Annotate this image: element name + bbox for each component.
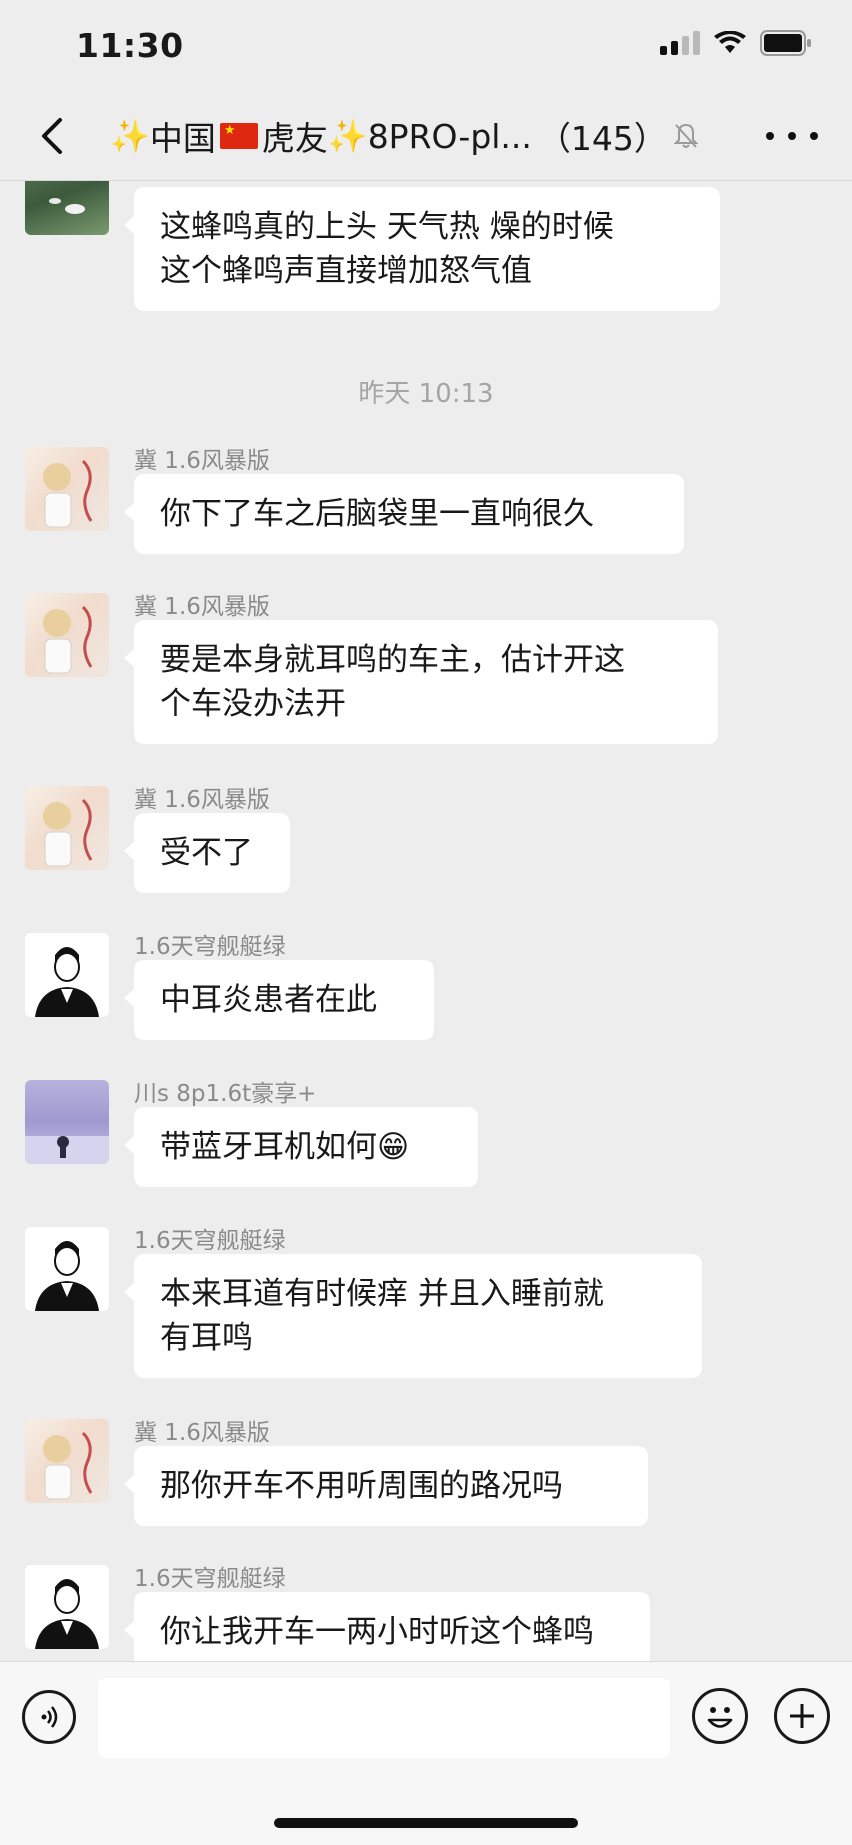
avatar-image <box>49 198 85 214</box>
timestamp: 昨天 10:13 <box>358 379 494 409</box>
status-time: 11:30 <box>76 26 184 65</box>
message-input[interactable] <box>98 1678 670 1758</box>
emoji-icon <box>707 1707 733 1728</box>
message-bubble[interactable]: 中耳炎患者在此 <box>124 960 434 1040</box>
avatar-image <box>35 1579 99 1649</box>
avatar[interactable] <box>25 447 109 531</box>
voice-icon <box>41 1706 58 1728</box>
message-list[interactable]: 这蜂鸣真的上头 天气热 燥的时候 这个蜂鸣声直接增加怒气值 昨天 10:13 冀… <box>0 181 852 1661</box>
more-button[interactable] <box>766 120 818 152</box>
avatar-image <box>43 798 93 867</box>
avatar[interactable] <box>25 786 109 870</box>
message-bubble[interactable]: 你让我开车一两小时听这个蜂鸣 <box>124 1592 650 1661</box>
wifi-icon <box>714 31 746 53</box>
message-text: 本来耳道有时候痒 并且入睡前就 有耳鸣 <box>160 1276 604 1356</box>
avatar[interactable] <box>25 1080 109 1164</box>
avatar[interactable] <box>25 1565 109 1649</box>
more-dot <box>810 132 818 140</box>
message-bubble[interactable]: 受不了 <box>124 813 290 893</box>
message-text: 那你开车不用听周围的路况吗 <box>160 1468 563 1504</box>
avatar[interactable] <box>25 593 109 677</box>
message-bubble[interactable]: 本来耳道有时候痒 并且入睡前就 有耳鸣 <box>124 1254 702 1378</box>
sender-name: 川s 8p1.6t豪享+ <box>134 1081 317 1107</box>
sparkle-icon: ✨ <box>327 117 368 155</box>
message-text: 你让我开车一两小时听这个蜂鸣 <box>160 1614 594 1650</box>
grin-emoji: 😁 <box>377 1129 410 1165</box>
home-indicator[interactable] <box>274 1818 578 1828</box>
message-bubble[interactable]: 你下了车之后脑袋里一直响很久 <box>124 474 684 554</box>
message-text: 要是本身就耳鸣的车主，估计开这 个车没办法开 <box>160 642 625 722</box>
avatar[interactable] <box>25 1419 109 1503</box>
title-text-1: 中国 <box>149 119 216 158</box>
avatar-image <box>25 1136 109 1164</box>
member-count: （145） <box>537 119 667 158</box>
avatar[interactable] <box>25 933 109 1017</box>
avatar-image <box>43 605 93 674</box>
message-text: 受不了 <box>160 835 253 871</box>
message-text: 中耳炎患者在此 <box>160 982 377 1018</box>
mute-bell-icon <box>673 123 699 148</box>
voice-button[interactable] <box>22 1690 76 1744</box>
message-bubble[interactable]: 这蜂鸣真的上头 天气热 燥的时候 这个蜂鸣声直接增加怒气值 <box>124 187 720 311</box>
battery-icon <box>760 30 811 56</box>
title-text-3: 8PRO-pl... <box>367 116 532 156</box>
title-text-2: 虎友 <box>261 119 328 158</box>
message-text: 这蜂鸣真的上头 天气热 燥的时候 这个蜂鸣声直接增加怒气值 <box>160 209 614 289</box>
avatar[interactable] <box>25 1227 109 1311</box>
plus-button[interactable] <box>774 1688 830 1744</box>
emoji-button[interactable] <box>692 1688 748 1744</box>
cellular-signal-icon <box>660 31 700 55</box>
avatar-image <box>43 1431 93 1500</box>
sender-name: 冀 1.6风暴版 <box>134 594 270 620</box>
avatar-image <box>35 947 99 1017</box>
more-dot <box>788 132 796 140</box>
avatar-image <box>43 459 93 528</box>
message-bubble[interactable]: 要是本身就耳鸣的车主，估计开这 个车没办法开 <box>124 620 718 744</box>
avatar[interactable] <box>25 181 109 235</box>
sender-name: 冀 1.6风暴版 <box>134 1420 270 1446</box>
sender-name: 1.6天穹舰艇绿 <box>134 934 286 960</box>
plus-icon <box>790 1704 814 1728</box>
sender-name: 1.6天穹舰艇绿 <box>134 1228 286 1254</box>
back-chevron-icon <box>42 118 62 154</box>
message-bubble[interactable]: 带蓝牙耳机如何😁 <box>124 1107 478 1187</box>
china-flag-icon <box>219 123 258 149</box>
sender-name: 冀 1.6风暴版 <box>134 448 270 474</box>
sparkle-icon: ✨ <box>110 117 150 155</box>
message-text: 带蓝牙耳机如何 <box>160 1129 377 1165</box>
back-button[interactable] <box>28 112 76 160</box>
avatar-image <box>35 1241 99 1311</box>
more-dot <box>766 132 774 140</box>
sender-name: 1.6天穹舰艇绿 <box>134 1566 286 1592</box>
chat-header: ✨ 中国 虎友 ✨ 8PRO-pl... （145） <box>0 92 852 181</box>
chat-title[interactable]: ✨ 中国 虎友 ✨ 8PRO-pl... （145） <box>110 112 750 160</box>
status-icons <box>660 30 812 56</box>
sender-name: 冀 1.6风暴版 <box>134 787 270 813</box>
message-text: 你下了车之后脑袋里一直响很久 <box>160 496 594 532</box>
status-bar: 11:30 <box>0 0 852 92</box>
message-bubble[interactable]: 那你开车不用听周围的路况吗 <box>124 1446 648 1526</box>
